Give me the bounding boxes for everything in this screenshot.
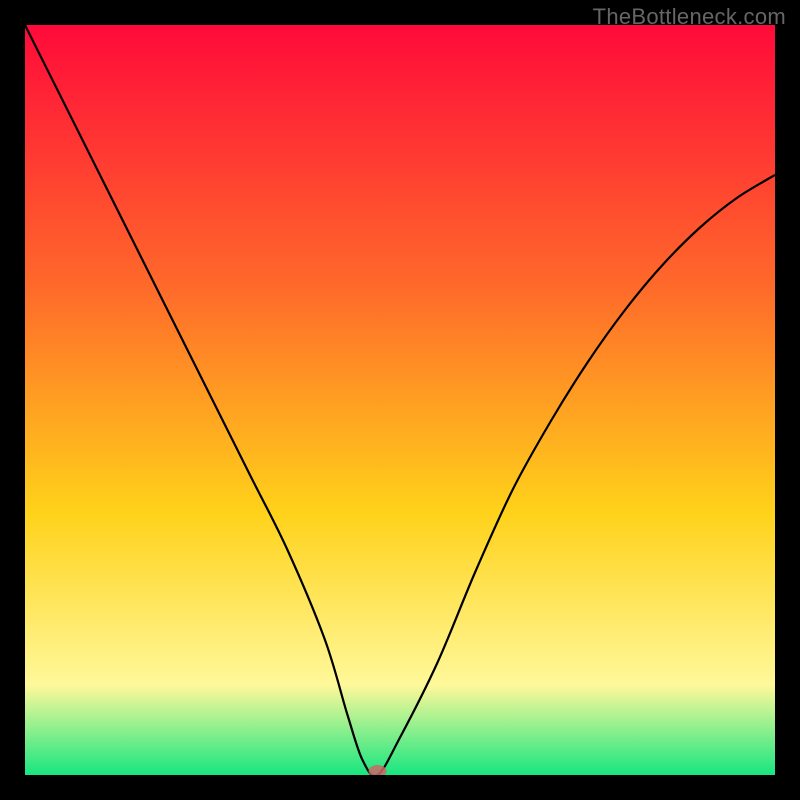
watermark-text: TheBottleneck.com xyxy=(593,4,786,30)
plot-area xyxy=(25,25,775,775)
chart-svg xyxy=(25,25,775,775)
chart-frame: TheBottleneck.com xyxy=(0,0,800,800)
gradient-background xyxy=(25,25,775,775)
